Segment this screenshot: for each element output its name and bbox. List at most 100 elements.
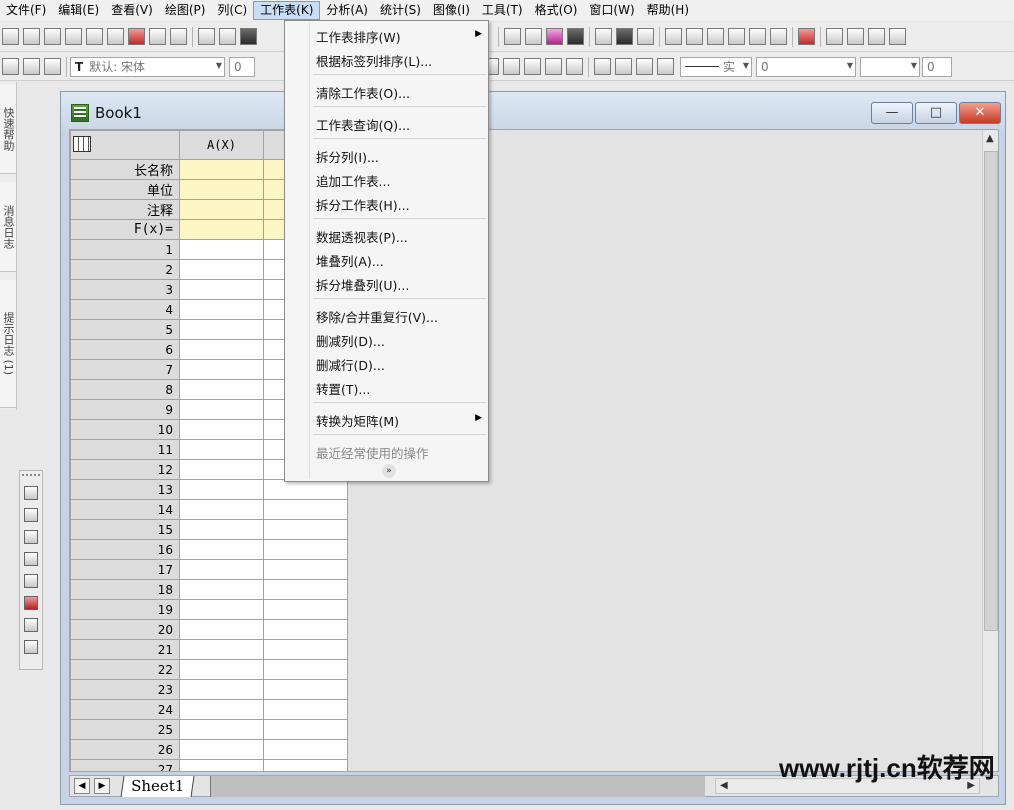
tab-message-log[interactable]: 消息日志	[0, 182, 16, 272]
corner-cell[interactable]	[70, 130, 180, 160]
menu-column[interactable]: 列(C)	[211, 1, 253, 20]
new-folder-icon[interactable]	[23, 28, 40, 45]
cell[interactable]	[263, 599, 348, 620]
open-icon[interactable]	[198, 28, 215, 45]
command-window-icon[interactable]	[728, 28, 746, 45]
row-header[interactable]: 9	[70, 399, 180, 420]
new-matrix-icon[interactable]	[86, 28, 103, 45]
cell[interactable]	[179, 159, 264, 180]
new-layout-icon[interactable]	[128, 28, 145, 45]
cell[interactable]	[263, 659, 348, 680]
close-button[interactable]: ✕	[959, 102, 1001, 124]
cell[interactable]	[179, 639, 264, 660]
cell[interactable]	[179, 559, 264, 580]
menu-window[interactable]: 窗口(W)	[583, 1, 640, 20]
cell[interactable]	[179, 299, 264, 320]
screen-reader-icon[interactable]	[24, 530, 38, 544]
settings-gear-icon[interactable]	[770, 28, 788, 45]
row-header[interactable]: 2	[70, 259, 180, 280]
row-label-comments[interactable]: 注释	[70, 199, 180, 220]
menu-item-sort-by-label[interactable]: 根据标签列排序(L)...	[316, 51, 432, 70]
tab-hint-log[interactable]: 提示日志 (1)	[0, 280, 16, 408]
sheet-tab[interactable]: Sheet1	[120, 776, 195, 797]
paste-icon[interactable]	[44, 58, 61, 75]
row-header[interactable]: 24	[70, 699, 180, 720]
add-column-icon[interactable]	[798, 28, 816, 45]
cell[interactable]	[179, 239, 264, 260]
results-log-icon[interactable]	[616, 28, 634, 45]
row-header[interactable]: 6	[70, 339, 180, 360]
cell[interactable]	[263, 499, 348, 520]
row-label-long-name[interactable]: 长名称	[70, 159, 180, 180]
expand-menu-icon[interactable]: »	[382, 464, 396, 478]
row-header[interactable]: 4	[70, 299, 180, 320]
zoom-in-icon[interactable]	[686, 28, 704, 45]
row-header[interactable]: 16	[70, 539, 180, 560]
menu-item-remove-duplicates[interactable]: 移除/合并重复行(V)...	[316, 307, 438, 326]
menu-help[interactable]: 帮助(H)	[641, 1, 695, 20]
row-header[interactable]: 23	[70, 679, 180, 700]
cell[interactable]	[179, 399, 264, 420]
scroll-thumb[interactable]	[984, 151, 998, 631]
cell[interactable]	[179, 339, 264, 360]
tab-quick-help[interactable]: 快速帮助	[0, 84, 16, 174]
cell[interactable]	[179, 739, 264, 760]
cell[interactable]	[179, 659, 264, 680]
data-selector-icon[interactable]	[24, 596, 38, 610]
menu-view[interactable]: 查看(V)	[105, 1, 159, 20]
row-header[interactable]: 22	[70, 659, 180, 680]
row-header[interactable]: 7	[70, 359, 180, 380]
new-project-icon[interactable]	[2, 28, 19, 45]
sum-icon[interactable]	[826, 28, 844, 45]
zoom-out-icon[interactable]	[707, 28, 725, 45]
menu-item-split-worksheet[interactable]: 拆分工作表(H)...	[316, 195, 410, 214]
fill-color-icon[interactable]	[594, 58, 611, 75]
cell[interactable]	[263, 699, 348, 720]
cell[interactable]	[263, 759, 348, 771]
text-tool-icon[interactable]	[24, 574, 38, 588]
cell[interactable]	[179, 179, 264, 200]
cell[interactable]	[179, 519, 264, 540]
cell[interactable]	[179, 419, 264, 440]
vertical-scrollbar[interactable]: ▲	[982, 130, 998, 771]
menu-plot[interactable]: 绘图(P)	[159, 1, 212, 20]
row-header[interactable]: 8	[70, 379, 180, 400]
cell[interactable]	[179, 199, 264, 220]
cell[interactable]	[179, 359, 264, 380]
cell[interactable]	[179, 579, 264, 600]
row-header[interactable]: 19	[70, 599, 180, 620]
menu-item-sort-worksheet[interactable]: 工作表排序(W)	[316, 27, 401, 46]
cell[interactable]	[179, 679, 264, 700]
size-combo[interactable]: ▼	[860, 56, 920, 77]
row-header[interactable]: 11	[70, 439, 180, 460]
menu-item-stack-columns[interactable]: 堆叠列(A)...	[316, 251, 384, 270]
row-header[interactable]: 17	[70, 559, 180, 580]
script-window-icon[interactable]	[749, 28, 767, 45]
next-sheet-button[interactable]: ▶	[94, 778, 110, 794]
row-header[interactable]: 5	[70, 319, 180, 340]
pointer-icon[interactable]	[24, 486, 38, 500]
cell[interactable]	[263, 479, 348, 500]
column-header-a[interactable]: A(X)	[179, 130, 264, 160]
column-values-icon[interactable]	[889, 28, 907, 45]
cell[interactable]	[179, 599, 264, 620]
statistics-icon[interactable]	[847, 28, 865, 45]
code-builder-icon[interactable]	[595, 28, 613, 45]
menu-item-reduce-columns[interactable]: 删减列(D)...	[316, 331, 385, 350]
print-icon[interactable]	[504, 28, 522, 45]
pattern-icon[interactable]	[615, 58, 632, 75]
symbol-icon[interactable]	[657, 58, 674, 75]
film-icon[interactable]	[567, 28, 585, 45]
workbook-titlebar[interactable]: Book1 — □ ✕	[61, 92, 1005, 132]
right-value-combo[interactable]: 0	[922, 56, 952, 77]
row-header[interactable]: 27	[70, 759, 180, 771]
line-pattern-icon[interactable]	[545, 58, 562, 75]
cell[interactable]	[263, 539, 348, 560]
cell[interactable]	[179, 699, 264, 720]
new-function-icon[interactable]	[107, 28, 124, 45]
cell[interactable]	[263, 679, 348, 700]
open-template-icon[interactable]	[219, 28, 236, 45]
cell[interactable]	[263, 719, 348, 740]
row-header[interactable]: 20	[70, 619, 180, 640]
line-color-icon[interactable]	[636, 58, 653, 75]
